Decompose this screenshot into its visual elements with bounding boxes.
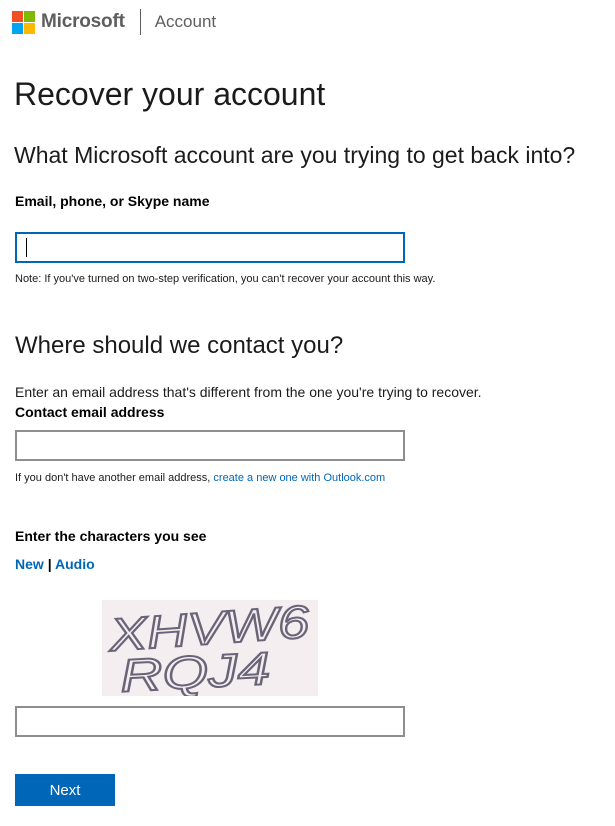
microsoft-logo-icon[interactable] bbox=[12, 10, 35, 34]
next-button[interactable]: Next bbox=[15, 774, 115, 806]
captcha-label: Enter the characters you see bbox=[15, 528, 207, 544]
brand-name[interactable]: Microsoft bbox=[41, 11, 125, 33]
contact-email-input[interactable] bbox=[15, 430, 405, 461]
captcha-audio-link[interactable]: Audio bbox=[55, 556, 95, 572]
captcha-new-link[interactable]: New bbox=[15, 556, 44, 572]
logo-green-square bbox=[24, 10, 35, 22]
page-title: Recover your account bbox=[14, 76, 326, 112]
two-step-note: Note: If you've turned on two-step verif… bbox=[15, 273, 436, 285]
captcha-separator: | bbox=[47, 556, 52, 572]
contact-label: Contact email address bbox=[15, 404, 165, 420]
section-label: Account bbox=[154, 12, 217, 31]
captcha-line-2: RQJ4 bbox=[119, 642, 272, 696]
logo-blue-square bbox=[12, 22, 23, 34]
captcha-image: XHVW6 RQJ4 bbox=[102, 594, 318, 703]
identity-question: What Microsoft account are you trying to… bbox=[14, 142, 576, 168]
logo-red-square bbox=[12, 10, 23, 22]
captcha-links: New | Audio bbox=[15, 556, 95, 572]
header-divider bbox=[139, 9, 141, 35]
captcha-input[interactable] bbox=[15, 706, 405, 737]
contact-help: If you don't have another email address,… bbox=[15, 472, 385, 484]
identity-input[interactable] bbox=[15, 232, 405, 263]
text-caret bbox=[26, 238, 27, 257]
contact-description: Enter an email address that's different … bbox=[15, 384, 482, 400]
captcha-graphic: XHVW6 RQJ4 bbox=[102, 594, 318, 703]
identity-label: Email, phone, or Skype name bbox=[15, 193, 210, 209]
create-outlook-link[interactable]: create a new one with Outlook.com bbox=[213, 472, 385, 484]
contact-help-text: If you don't have another email address, bbox=[15, 472, 211, 484]
logo-yellow-square bbox=[24, 22, 35, 34]
contact-heading: Where should we contact you? bbox=[15, 332, 344, 359]
header: Microsoft Account bbox=[12, 8, 216, 36]
